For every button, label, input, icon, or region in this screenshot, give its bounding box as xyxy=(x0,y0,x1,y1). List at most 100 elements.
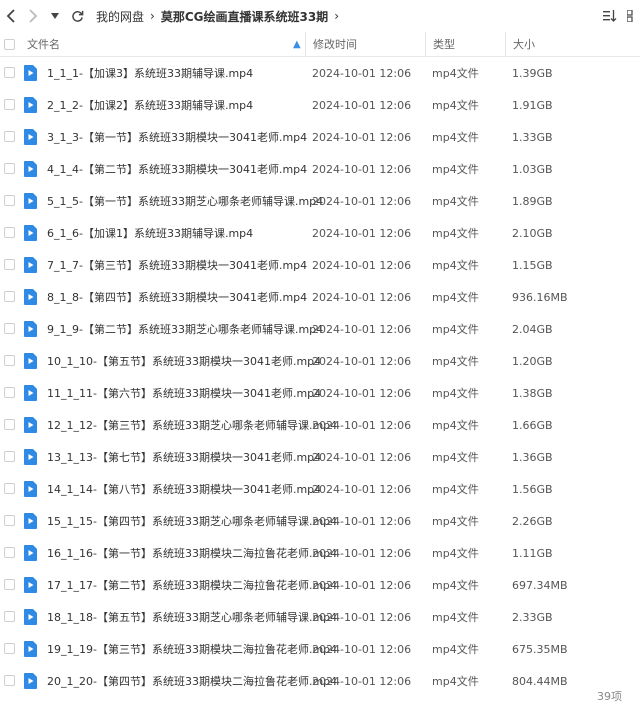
file-type: mp4文件 xyxy=(432,483,479,496)
row-checkbox[interactable] xyxy=(4,227,15,238)
file-row[interactable]: 12_1_12-【第三节】系统班33期芝心哪条老师辅导课.mp4 2024-10-… xyxy=(0,409,640,441)
row-checkbox[interactable] xyxy=(4,387,15,398)
column-header-time[interactable]: 修改时间 xyxy=(305,32,433,56)
file-name[interactable]: 16_1_16-【第一节】系统班33期模块二海拉鲁花老师.mp4 xyxy=(47,537,337,569)
column-header-size-label: 大小 xyxy=(513,38,535,51)
sort-button[interactable] xyxy=(600,0,620,32)
file-modified-time: 2024-10-01 12:06 xyxy=(312,322,412,336)
row-checkbox[interactable] xyxy=(4,483,15,494)
row-checkbox[interactable] xyxy=(4,547,15,558)
file-row[interactable]: 18_1_18-【第五节】系统班33期芝心哪条老师辅导课.mp4 2024-10-… xyxy=(0,601,640,633)
file-row[interactable]: 8_1_8-【第四节】系统班33期模块一3041老师.mp4 2024-10-01… xyxy=(0,281,640,313)
file-modified-time: 2024-10-01 12:06 xyxy=(312,578,412,592)
file-row[interactable]: 17_1_17-【第二节】系统班33期模块二海拉鲁花老师.mp4 2024-10-… xyxy=(0,569,640,601)
file-name[interactable]: 2_1_2-【加课2】系统班33期辅导课.mp4 xyxy=(47,89,253,121)
file-name[interactable]: 9_1_9-【第二节】系统班33期芝心哪条老师辅导课.mp4 xyxy=(47,313,323,345)
row-checkbox[interactable] xyxy=(4,643,15,654)
file-name[interactable]: 5_1_5-【第一节】系统班33期芝心哪条老师辅导课.mp4 xyxy=(47,185,323,217)
forward-button[interactable] xyxy=(22,0,44,32)
row-checkbox[interactable] xyxy=(4,419,15,430)
column-header-name[interactable]: 文件名 xyxy=(27,32,305,56)
column-header-type[interactable]: 类型 xyxy=(425,32,513,56)
file-row[interactable]: 14_1_14-【第八节】系统班33期模块一3041老师.mp4 2024-10-… xyxy=(0,473,640,505)
row-checkbox[interactable] xyxy=(4,291,15,302)
view-mode-button[interactable] xyxy=(620,0,640,32)
file-name[interactable]: 18_1_18-【第五节】系统班33期芝心哪条老师辅导课.mp4 xyxy=(47,601,337,633)
file-row[interactable]: 10_1_10-【第五节】系统班33期模块一3041老师.mp4 2024-10-… xyxy=(0,345,640,377)
breadcrumb-root[interactable]: 我的网盘 xyxy=(96,8,144,25)
file-name[interactable]: 8_1_8-【第四节】系统班33期模块一3041老师.mp4 xyxy=(47,281,307,313)
video-file-icon xyxy=(24,225,37,241)
video-file-icon xyxy=(24,97,37,113)
file-type: mp4文件 xyxy=(432,291,479,304)
file-list-header: 文件名 ▲ 修改时间 类型 大小 xyxy=(0,32,640,57)
file-row[interactable]: 9_1_9-【第二节】系统班33期芝心哪条老师辅导课.mp4 2024-10-01… xyxy=(0,313,640,345)
video-file-icon xyxy=(24,161,37,177)
breadcrumb-current-folder[interactable]: 莫那CG绘画直播课系统班33期 xyxy=(161,8,328,25)
file-row[interactable]: 5_1_5-【第一节】系统班33期芝心哪条老师辅导课.mp4 2024-10-01… xyxy=(0,185,640,217)
file-name[interactable]: 6_1_6-【加课1】系统班33期辅导课.mp4 xyxy=(47,217,253,249)
file-name[interactable]: 19_1_19-【第三节】系统班33期模块二海拉鲁花老师.mp4 xyxy=(47,633,337,665)
column-header-size[interactable]: 大小 xyxy=(505,32,613,56)
file-size: 1.91GB xyxy=(512,98,553,112)
row-checkbox[interactable] xyxy=(4,259,15,270)
file-row[interactable]: 2_1_2-【加课2】系统班33期辅导课.mp4 2024-10-01 12:06… xyxy=(0,89,640,121)
file-name[interactable]: 14_1_14-【第八节】系统班33期模块一3041老师.mp4 xyxy=(47,473,321,505)
file-row[interactable]: 6_1_6-【加课1】系统班33期辅导课.mp4 2024-10-01 12:06… xyxy=(0,217,640,249)
file-size: 2.10GB xyxy=(512,226,553,240)
row-checkbox[interactable] xyxy=(4,355,15,366)
video-file-icon xyxy=(24,513,37,529)
file-modified-time: 2024-10-01 12:06 xyxy=(312,98,412,112)
file-type: mp4文件 xyxy=(432,323,479,336)
file-name[interactable]: 20_1_20-【第四节】系统班33期模块二海拉鲁花老师.mp4 xyxy=(47,665,337,689)
file-name[interactable]: 12_1_12-【第三节】系统班33期芝心哪条老师辅导课.mp4 xyxy=(47,409,337,441)
history-dropdown-button[interactable] xyxy=(44,0,66,32)
row-checkbox[interactable] xyxy=(4,131,15,142)
row-checkbox[interactable] xyxy=(4,675,15,686)
file-size: 1.03GB xyxy=(512,162,553,176)
row-checkbox[interactable] xyxy=(4,323,15,334)
file-row[interactable]: 7_1_7-【第三节】系统班33期模块一3041老师.mp4 2024-10-01… xyxy=(0,249,640,281)
refresh-button[interactable] xyxy=(66,0,88,32)
row-checkbox[interactable] xyxy=(4,195,15,206)
back-button[interactable] xyxy=(0,0,22,32)
file-type: mp4文件 xyxy=(432,355,479,368)
file-name[interactable]: 13_1_13-【第七节】系统班33期模块一3041老师.mp4 xyxy=(47,441,321,473)
file-row[interactable]: 16_1_16-【第一节】系统班33期模块二海拉鲁花老师.mp4 2024-10-… xyxy=(0,537,640,569)
row-checkbox[interactable] xyxy=(4,67,15,78)
file-name[interactable]: 7_1_7-【第三节】系统班33期模块一3041老师.mp4 xyxy=(47,249,307,281)
file-name[interactable]: 17_1_17-【第二节】系统班33期模块二海拉鲁花老师.mp4 xyxy=(47,569,337,601)
file-name[interactable]: 4_1_4-【第二节】系统班33期模块一3041老师.mp4 xyxy=(47,153,307,185)
file-size: 1.66GB xyxy=(512,418,553,432)
file-row[interactable]: 4_1_4-【第二节】系统班33期模块一3041老师.mp4 2024-10-01… xyxy=(0,153,640,185)
select-all-cell xyxy=(4,32,15,56)
select-all-checkbox[interactable] xyxy=(4,38,15,50)
file-name[interactable]: 15_1_15-【第四节】系统班33期芝心哪条老师辅导课.mp4 xyxy=(47,505,337,537)
row-checkbox[interactable] xyxy=(4,611,15,622)
file-type: mp4文件 xyxy=(432,675,479,688)
file-row[interactable]: 20_1_20-【第四节】系统班33期模块二海拉鲁花老师.mp4 2024-10-… xyxy=(0,665,640,689)
file-row[interactable]: 11_1_11-【第六节】系统班33期模块一3041老师.mp4 2024-10-… xyxy=(0,377,640,409)
file-row[interactable]: 15_1_15-【第四节】系统班33期芝心哪条老师辅导课.mp4 2024-10-… xyxy=(0,505,640,537)
file-size: 2.33GB xyxy=(512,610,553,624)
file-modified-time: 2024-10-01 12:06 xyxy=(312,610,412,624)
row-checkbox[interactable] xyxy=(4,163,15,174)
file-name[interactable]: 3_1_3-【第一节】系统班33期模块一3041老师.mp4 xyxy=(47,121,307,153)
file-row[interactable]: 3_1_3-【第一节】系统班33期模块一3041老师.mp4 2024-10-01… xyxy=(0,121,640,153)
column-header-name-label: 文件名 xyxy=(27,38,60,51)
file-list: 1_1_1-【加课3】系统班33期辅导课.mp4 2024-10-01 12:06… xyxy=(0,57,640,689)
row-checkbox[interactable] xyxy=(4,515,15,526)
file-type: mp4文件 xyxy=(432,387,479,400)
row-checkbox[interactable] xyxy=(4,99,15,110)
file-name[interactable]: 1_1_1-【加课3】系统班33期辅导课.mp4 xyxy=(47,57,253,89)
file-row[interactable]: 1_1_1-【加课3】系统班33期辅导课.mp4 2024-10-01 12:06… xyxy=(0,57,640,89)
breadcrumb-expand-icon[interactable]: › xyxy=(334,9,339,23)
video-file-icon xyxy=(24,673,37,689)
row-checkbox[interactable] xyxy=(4,451,15,462)
file-name[interactable]: 11_1_11-【第六节】系统班33期模块一3041老师.mp4 xyxy=(47,377,321,409)
row-checkbox[interactable] xyxy=(4,579,15,590)
file-row[interactable]: 13_1_13-【第七节】系统班33期模块一3041老师.mp4 2024-10-… xyxy=(0,441,640,473)
file-name[interactable]: 10_1_10-【第五节】系统班33期模块一3041老师.mp4 xyxy=(47,345,321,377)
video-file-icon xyxy=(24,385,37,401)
file-row[interactable]: 19_1_19-【第三节】系统班33期模块二海拉鲁花老师.mp4 2024-10-… xyxy=(0,633,640,665)
